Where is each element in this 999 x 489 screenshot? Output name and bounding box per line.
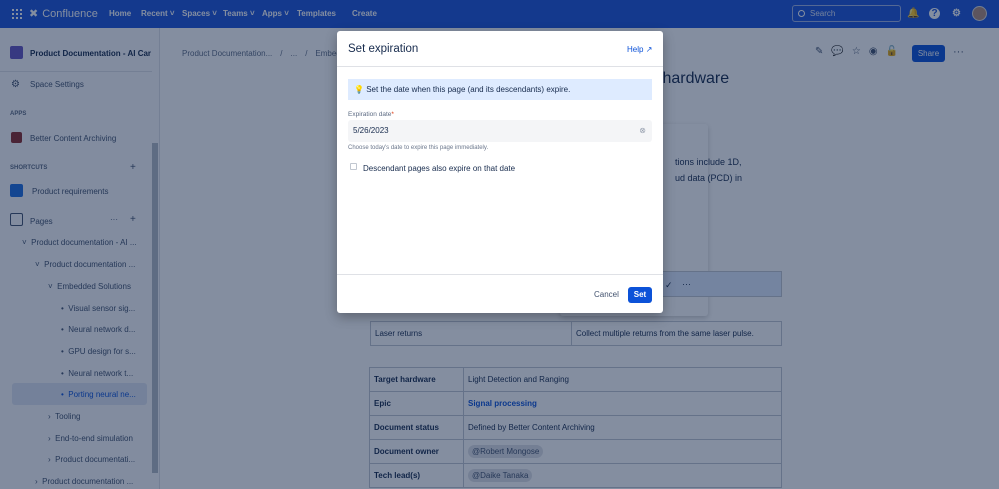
cancel-button[interactable]: Cancel — [594, 290, 619, 299]
field-label: Expiration date* — [348, 111, 394, 118]
clear-icon[interactable]: ⊗ — [639, 126, 646, 135]
dialog-title: Set expiration — [348, 43, 419, 55]
field-hint: Choose today's date to expire this page … — [348, 145, 489, 151]
external-link-icon: ↗ — [645, 45, 653, 54]
dialog-footer: Cancel Set — [337, 274, 663, 313]
dialog-header: Set expiration Help ↗ — [337, 31, 663, 67]
expiration-date-input[interactable]: 5/26/2023 ⊗ — [348, 120, 652, 142]
set-expiration-dialog: Set expiration Help ↗ 💡 Set the date whe… — [337, 31, 663, 313]
lightbulb-icon: 💡 — [354, 85, 364, 94]
help-link[interactable]: Help ↗ — [627, 45, 652, 54]
descendants-checkbox[interactable] — [350, 163, 357, 170]
set-button[interactable]: Set — [628, 287, 652, 303]
checkbox-label[interactable]: Descendant pages also expire on that dat… — [363, 164, 515, 173]
info-banner: 💡 Set the date when this page (and its d… — [348, 79, 652, 100]
